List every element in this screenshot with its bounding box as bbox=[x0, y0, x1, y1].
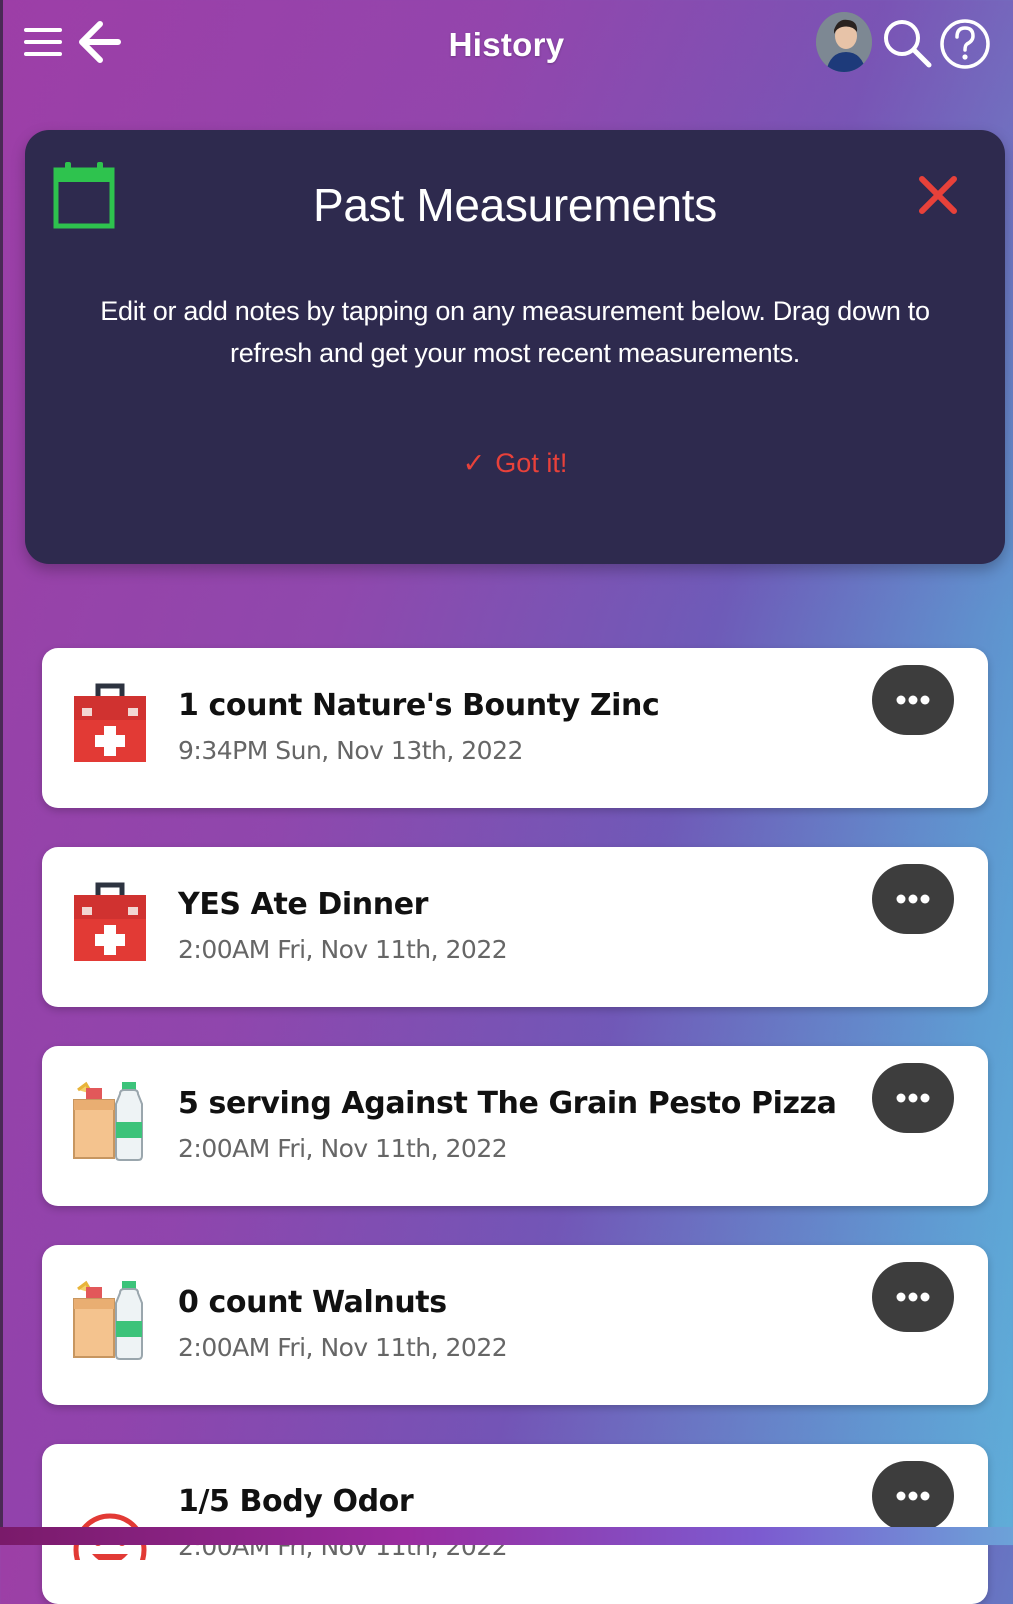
measurement-row[interactable]: 1/5 Body Odor 2:00AM Fri, Nov 11th, 2022 bbox=[42, 1444, 988, 1604]
avatar[interactable] bbox=[816, 12, 872, 72]
ellipsis-icon bbox=[896, 695, 930, 705]
close-icon[interactable] bbox=[917, 174, 959, 216]
past-measurements-card: Past Measurements Edit or add notes by t… bbox=[25, 130, 1005, 564]
ellipsis-icon bbox=[896, 1093, 930, 1103]
first-aid-kit-icon bbox=[72, 881, 148, 963]
more-options-button[interactable] bbox=[872, 1461, 954, 1531]
more-options-button[interactable] bbox=[872, 1063, 954, 1133]
groceries-icon bbox=[72, 1080, 148, 1162]
help-icon[interactable] bbox=[938, 16, 992, 72]
measurement-title: 5 serving Against The Grain Pesto Pizza bbox=[178, 1086, 837, 1121]
groceries-icon bbox=[72, 1279, 148, 1361]
measurement-title: 0 count Walnuts bbox=[178, 1285, 447, 1320]
ellipsis-icon bbox=[896, 1491, 930, 1501]
card-instructions: Edit or add notes by tapping on any meas… bbox=[100, 296, 930, 368]
more-options-button[interactable] bbox=[872, 1262, 954, 1332]
measurement-time: 2:00AM Fri, Nov 11th, 2022 bbox=[178, 1134, 508, 1163]
measurement-row[interactable]: 0 count Walnuts 2:00AM Fri, Nov 11th, 20… bbox=[42, 1245, 988, 1405]
bottom-bar bbox=[0, 1527, 1013, 1545]
measurement-row[interactable]: 1 count Nature's Bounty Zinc 9:34PM Sun,… bbox=[42, 648, 988, 808]
measurement-title: 1 count Nature's Bounty Zinc bbox=[178, 688, 660, 723]
measurement-time: 2:00AM Fri, Nov 11th, 2022 bbox=[178, 935, 508, 964]
measurement-title: YES Ate Dinner bbox=[178, 887, 429, 922]
got-it-label: Got it! bbox=[495, 448, 568, 478]
ellipsis-icon bbox=[896, 894, 930, 904]
more-options-button[interactable] bbox=[872, 864, 954, 934]
smiley-face-icon bbox=[72, 1478, 148, 1587]
top-bar: History bbox=[0, 0, 1013, 92]
measurement-row[interactable]: YES Ate Dinner 2:00AM Fri, Nov 11th, 202… bbox=[42, 847, 988, 1007]
first-aid-kit-icon bbox=[72, 682, 148, 764]
search-icon[interactable] bbox=[880, 16, 934, 70]
checkmark-icon: ✓ bbox=[462, 448, 486, 478]
measurement-time: 9:34PM Sun, Nov 13th, 2022 bbox=[178, 736, 523, 765]
got-it-button[interactable]: ✓ Got it! bbox=[25, 448, 1005, 479]
window-edge bbox=[0, 0, 3, 1545]
ellipsis-icon bbox=[896, 1292, 930, 1302]
measurement-row[interactable]: 5 serving Against The Grain Pesto Pizza … bbox=[42, 1046, 988, 1206]
card-title: Past Measurements bbox=[313, 179, 717, 231]
more-options-button[interactable] bbox=[872, 665, 954, 735]
measurement-time: 2:00AM Fri, Nov 11th, 2022 bbox=[178, 1333, 508, 1362]
measurement-title: 1/5 Body Odor bbox=[178, 1484, 414, 1519]
